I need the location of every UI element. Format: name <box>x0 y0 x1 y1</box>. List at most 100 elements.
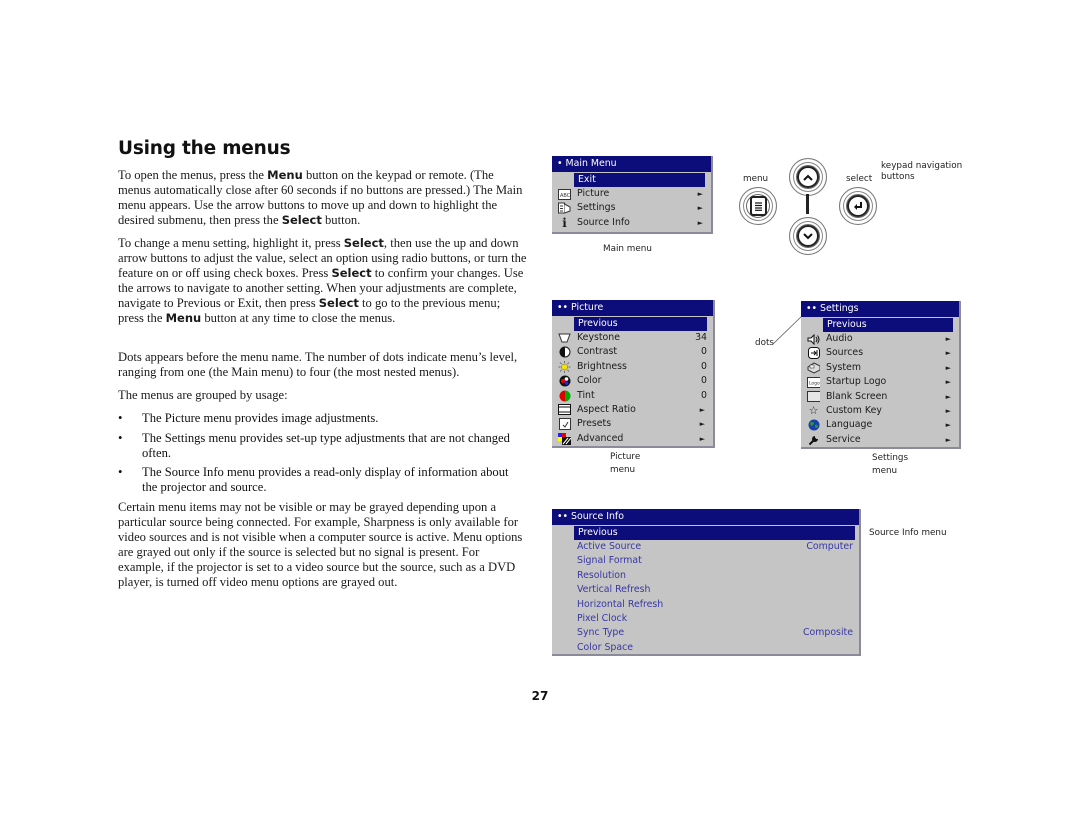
menu-item-advanced[interactable]: Advanced ► <box>552 432 713 446</box>
enter-icon <box>847 195 869 217</box>
submenu-arrow-icon: ► <box>697 204 703 213</box>
menu-item-label: Settings <box>577 202 616 214</box>
menu-item-label: Presets <box>577 418 612 430</box>
page-number: 27 <box>531 689 549 703</box>
aspect-ratio-icon <box>558 404 571 416</box>
menu-item-color[interactable]: Color 0 <box>552 374 713 388</box>
menu-item-service[interactable]: Service ► <box>801 433 959 447</box>
info-icon: i <box>562 215 567 230</box>
settings-menu-caption-line2: menu <box>872 466 898 476</box>
submenu-arrow-icon: ► <box>699 434 705 443</box>
keypad-menu-button[interactable] <box>739 187 777 225</box>
info-row-resolution: Resolution <box>552 569 859 583</box>
menu-item-startup-logo[interactable]: Logo Startup Logo ► <box>801 375 959 389</box>
bold-term: Select <box>281 213 322 228</box>
bold-term: Menu <box>165 311 202 326</box>
menu-item-custom-key[interactable]: ☆ Custom Key ► <box>801 404 959 418</box>
paragraph-change-setting: To change a menu setting, highlight it, … <box>118 236 527 326</box>
menu-item-exit[interactable]: Exit <box>574 173 705 187</box>
picture-menu-screenshot: •• Picture Previous Keystone 34 Contrast… <box>552 300 715 448</box>
menu-item-value: 0 <box>701 360 707 372</box>
menu-item-label: System <box>826 361 861 373</box>
page-title: Using the menus <box>118 138 291 159</box>
menu-item-previous[interactable]: Previous <box>574 526 855 540</box>
menu-item-tint[interactable]: Tint 0 <box>552 389 713 403</box>
tint-icon <box>558 390 571 402</box>
info-label: Sync Type <box>577 627 625 639</box>
info-label: Vertical Refresh <box>577 584 651 596</box>
paragraph-dots: Dots appears before the menu name. The n… <box>118 350 518 380</box>
menu-item-blank-screen[interactable]: Blank Screen ► <box>801 390 959 404</box>
menu-item-language[interactable]: Language ► <box>801 418 959 432</box>
menu-item-label: Advanced <box>577 432 624 444</box>
info-row-horizontal-refresh: Horizontal Refresh <box>552 598 859 612</box>
sources-icon <box>807 347 820 360</box>
menu-item-previous[interactable]: Previous <box>574 317 707 331</box>
wrench-icon <box>807 434 820 446</box>
advanced-icon <box>558 432 571 445</box>
menu-item-label: Tint <box>577 389 595 401</box>
keypad-divider <box>806 194 809 214</box>
menu-item-aspect-ratio[interactable]: Aspect Ratio ► <box>552 403 713 417</box>
menu-item-source-info[interactable]: i Source Info ► <box>552 216 711 230</box>
picture-menu-caption-line2: menu <box>610 465 636 475</box>
keypad-select-label: select <box>846 174 873 184</box>
menu-item-system[interactable]: System ► <box>801 361 959 375</box>
bold-term: Select <box>331 266 372 281</box>
menu-item-contrast[interactable]: Contrast 0 <box>552 345 713 359</box>
menu-item-settings[interactable]: Settings ► <box>552 201 711 215</box>
menu-header: • Main Menu <box>552 156 711 172</box>
info-label: Pixel Clock <box>577 612 628 624</box>
chevron-up-icon <box>797 166 819 188</box>
menu-item-audio[interactable]: Audio ► <box>801 332 959 346</box>
submenu-arrow-icon: ► <box>945 406 951 415</box>
picture-icon: ABC <box>558 188 571 200</box>
paragraph-grayed-items: Certain menu items may not be visible or… <box>118 500 523 590</box>
star-icon: ☆ <box>808 403 819 417</box>
submenu-arrow-icon: ► <box>945 421 951 430</box>
keypad-up-button[interactable] <box>789 158 827 196</box>
picture-menu-caption-line1: Picture <box>610 452 641 462</box>
main-menu-screenshot: • Main Menu Exit ABC Picture ► Settings … <box>552 156 713 234</box>
menu-header: •• Source Info <box>552 509 859 525</box>
submenu-arrow-icon: ► <box>697 218 703 227</box>
paragraph-grouping: The menus are grouped by usage: <box>118 388 288 402</box>
info-label: Resolution <box>577 569 626 581</box>
keystone-icon <box>558 332 571 344</box>
menu-item-label: Startup Logo <box>826 376 887 388</box>
submenu-arrow-icon: ► <box>945 335 951 343</box>
menu-item-label: Keystone <box>577 332 621 343</box>
info-row-pixel-clock: Pixel Clock <box>552 612 859 626</box>
bullet-glyph: • <box>118 431 123 445</box>
keypad-down-button[interactable] <box>789 217 827 255</box>
main-menu-caption: Main menu <box>603 244 652 254</box>
menu-item-label: Source Info <box>577 216 630 228</box>
menu-item-previous[interactable]: Previous <box>823 318 953 332</box>
submenu-arrow-icon: ► <box>945 435 951 444</box>
menu-item-sources[interactable]: Sources ► <box>801 346 959 360</box>
menu-item-brightness[interactable]: Brightness 0 <box>552 360 713 374</box>
submenu-arrow-icon: ► <box>945 378 951 387</box>
menu-item-keystone[interactable]: Keystone 34 <box>552 331 713 345</box>
info-row-color-space: Color Space <box>552 641 859 655</box>
menu-item-presets[interactable]: Presets ► <box>552 417 713 431</box>
system-icon <box>807 362 820 374</box>
submenu-arrow-icon: ► <box>945 363 951 372</box>
menu-item-label: Custom Key <box>826 404 882 416</box>
brightness-icon <box>558 360 571 373</box>
submenu-arrow-icon: ► <box>697 190 703 198</box>
info-row-vertical-refresh: Vertical Refresh <box>552 583 859 597</box>
menu-item-value: 0 <box>701 375 707 387</box>
contrast-icon <box>558 346 571 358</box>
settings-menu-caption-line1: Settings <box>872 453 909 463</box>
info-row-sync-type: Sync Type Composite <box>552 626 859 640</box>
info-label: Color Space <box>577 641 634 653</box>
menu-icon <box>749 196 767 216</box>
bullet-glyph: • <box>118 411 123 425</box>
menu-item-picture[interactable]: ABC Picture ► <box>552 187 711 201</box>
menu-item-label: Aspect Ratio <box>577 403 636 415</box>
bold-term: Select <box>343 236 384 250</box>
svg-text:ABC: ABC <box>560 193 571 199</box>
info-row-signal-format: Signal Format <box>552 554 859 568</box>
keypad-select-button[interactable] <box>839 187 877 225</box>
